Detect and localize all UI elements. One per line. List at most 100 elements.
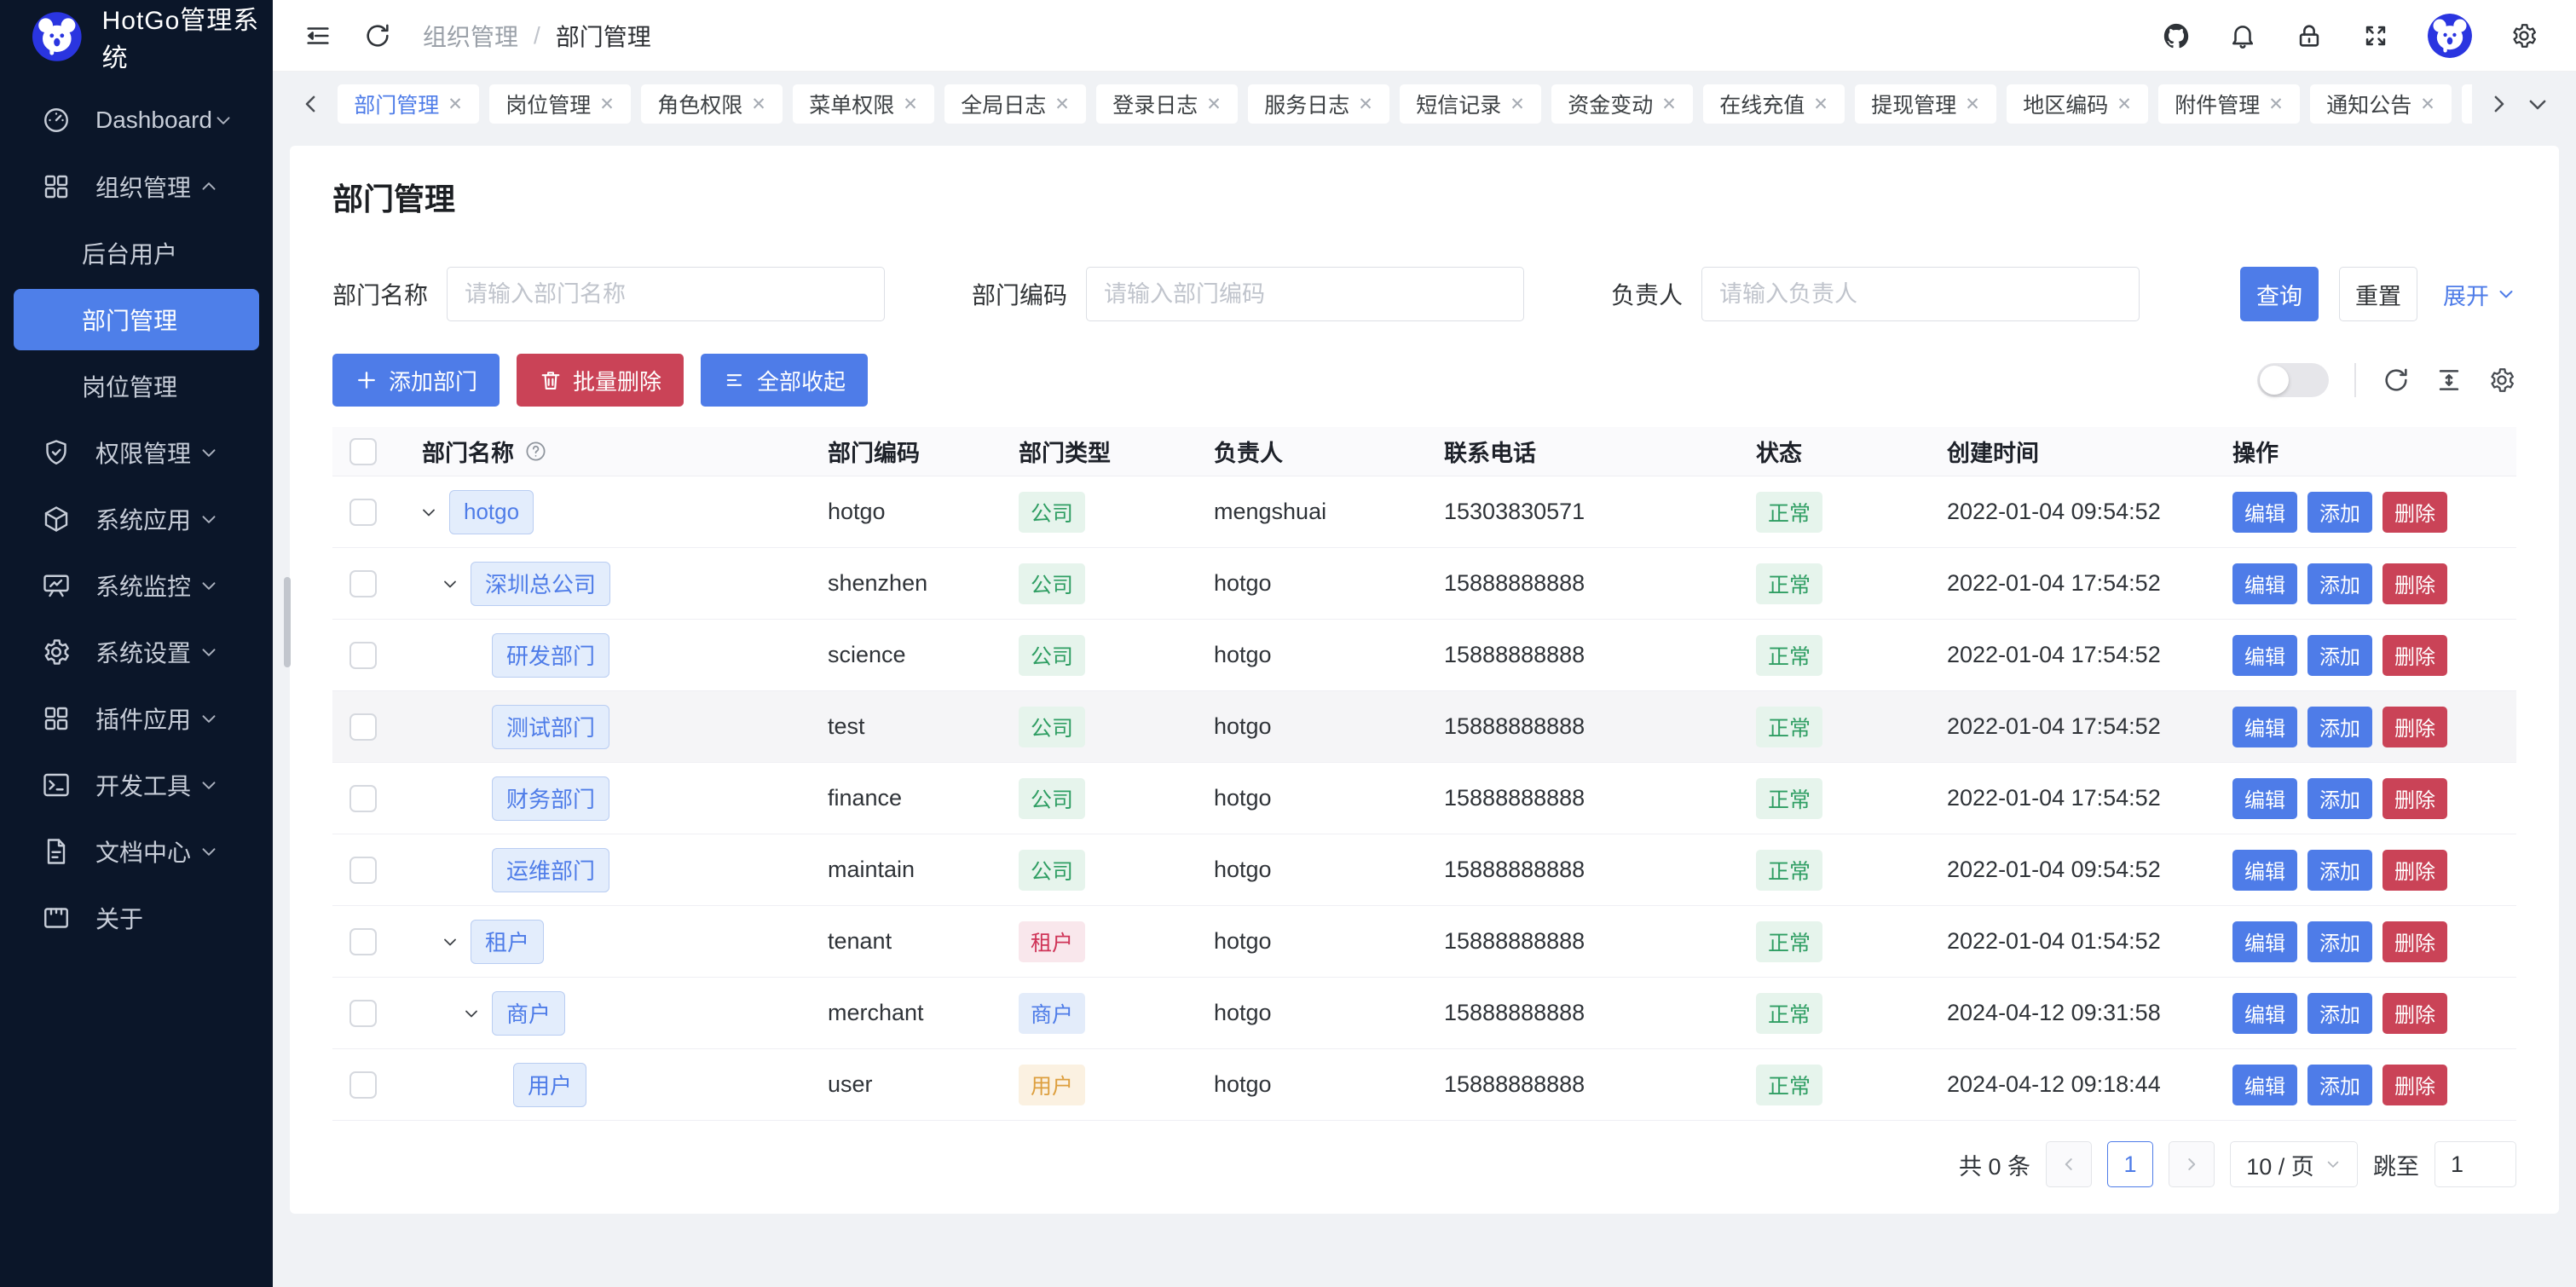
- table-row[interactable]: 测试部门test公司hotgo15888888888正常2022-01-04 1…: [332, 691, 2516, 763]
- fullscreen-icon[interactable]: [2361, 21, 2390, 50]
- department-name-tag[interactable]: 财务部门: [492, 776, 609, 821]
- row-checkbox[interactable]: [349, 570, 377, 597]
- page-size-select[interactable]: 10 / 页: [2230, 1141, 2358, 1187]
- department-name-tag[interactable]: 研发部门: [492, 633, 609, 678]
- tab-11[interactable]: 地区编码✕: [2007, 84, 2148, 124]
- tabs-scroll-right-icon[interactable]: [2486, 91, 2511, 117]
- query-button[interactable]: 查询: [2240, 267, 2319, 321]
- table-row[interactable]: 研发部门science公司hotgo15888888888正常2022-01-0…: [332, 620, 2516, 691]
- help-icon[interactable]: [524, 440, 547, 463]
- row-density-icon[interactable]: [2434, 366, 2463, 395]
- row-expand-icon[interactable]: [419, 497, 449, 528]
- edit-button[interactable]: 编辑: [2232, 850, 2297, 891]
- tab-4[interactable]: 全局日志✕: [944, 84, 1086, 124]
- tab-8[interactable]: 资金变动✕: [1551, 84, 1693, 124]
- table-row[interactable]: 租户tenant租户hotgo15888888888正常2022-01-04 0…: [332, 906, 2516, 978]
- sidebar-item-4[interactable]: 岗位管理: [0, 353, 273, 419]
- department-name-tag[interactable]: 用户: [513, 1063, 586, 1107]
- delete-button[interactable]: 删除: [2383, 492, 2447, 533]
- delete-button[interactable]: 删除: [2383, 707, 2447, 747]
- row-checkbox[interactable]: [349, 857, 377, 884]
- add-button[interactable]: 添加: [2307, 492, 2372, 533]
- add-button[interactable]: 添加: [2307, 921, 2372, 962]
- sidebar-item-8[interactable]: 系统设置: [0, 619, 273, 685]
- settings-gear-icon[interactable]: [2510, 21, 2538, 50]
- page-number-button[interactable]: 1: [2107, 1141, 2153, 1187]
- row-checkbox[interactable]: [349, 1000, 377, 1027]
- tab-close-icon[interactable]: ✕: [1358, 94, 1373, 115]
- department-name-tag[interactable]: 运维部门: [492, 848, 609, 892]
- sidebar-item-2[interactable]: 后台用户: [0, 220, 273, 286]
- tab-close-icon[interactable]: ✕: [903, 94, 918, 115]
- edit-button[interactable]: 编辑: [2232, 563, 2297, 604]
- delete-button[interactable]: 删除: [2383, 635, 2447, 676]
- sidebar-scrollbar-thumb[interactable]: [284, 577, 291, 667]
- batch-delete-button[interactable]: 批量删除: [517, 354, 684, 407]
- add-department-button[interactable]: 添加部门: [332, 354, 500, 407]
- tab-close-icon[interactable]: ✕: [1510, 94, 1525, 115]
- add-button[interactable]: 添加: [2307, 563, 2372, 604]
- tab-1[interactable]: 岗位管理✕: [489, 84, 631, 124]
- striped-toggle[interactable]: [2257, 363, 2329, 397]
- row-expand-icon[interactable]: [461, 998, 492, 1029]
- table-row[interactable]: 用户user用户hotgo15888888888正常2024-04-12 09:…: [332, 1049, 2516, 1121]
- row-expand-icon[interactable]: [440, 568, 471, 599]
- sidebar-item-5[interactable]: 权限管理: [0, 419, 273, 486]
- dept-code-input[interactable]: [1086, 267, 1524, 321]
- sidebar-item-7[interactable]: 系统监控: [0, 552, 273, 619]
- sidebar-item-11[interactable]: 文档中心: [0, 818, 273, 885]
- tab-close-icon[interactable]: ✕: [751, 94, 766, 115]
- tab-5[interactable]: 登录日志✕: [1096, 84, 1238, 124]
- owner-input[interactable]: [1701, 267, 2140, 321]
- delete-button[interactable]: 删除: [2383, 563, 2447, 604]
- table-row[interactable]: hotgohotgo公司mengshuai15303830571正常2022-0…: [332, 476, 2516, 548]
- expand-link[interactable]: 展开: [2443, 278, 2516, 311]
- table-refresh-icon[interactable]: [2382, 366, 2411, 395]
- delete-button[interactable]: 删除: [2383, 1065, 2447, 1105]
- tab-close-icon[interactable]: ✕: [599, 94, 615, 115]
- department-name-tag[interactable]: 深圳总公司: [471, 562, 610, 606]
- tab-14[interactable]: 服务: [2462, 84, 2472, 124]
- tab-2[interactable]: 角色权限✕: [641, 84, 783, 124]
- table-row[interactable]: 深圳总公司shenzhen公司hotgo15888888888正常2022-01…: [332, 548, 2516, 620]
- select-all-checkbox[interactable]: [349, 438, 377, 465]
- dept-name-input[interactable]: [447, 267, 885, 321]
- tab-close-icon[interactable]: ✕: [2268, 94, 2284, 115]
- tab-close-icon[interactable]: ✕: [1813, 94, 1828, 115]
- breadcrumb-parent[interactable]: 组织管理: [423, 19, 518, 53]
- reset-button[interactable]: 重置: [2339, 267, 2417, 321]
- row-checkbox[interactable]: [349, 928, 377, 955]
- row-checkbox[interactable]: [349, 499, 377, 526]
- menu-fold-icon[interactable]: [303, 21, 332, 50]
- row-checkbox[interactable]: [349, 642, 377, 669]
- notification-bell-icon[interactable]: [2228, 21, 2257, 50]
- department-name-tag[interactable]: 商户: [492, 991, 565, 1036]
- edit-button[interactable]: 编辑: [2232, 707, 2297, 747]
- tab-close-icon[interactable]: ✕: [1661, 94, 1677, 115]
- tabs-dropdown-icon[interactable]: [2525, 91, 2550, 117]
- tab-12[interactable]: 附件管理✕: [2158, 84, 2300, 124]
- edit-button[interactable]: 编辑: [2232, 921, 2297, 962]
- prev-page-button[interactable]: [2046, 1141, 2092, 1187]
- tab-10[interactable]: 提现管理✕: [1855, 84, 1996, 124]
- sidebar-item-12[interactable]: 关于: [0, 885, 273, 951]
- sidebar-item-0[interactable]: Dashboard: [0, 87, 273, 153]
- tab-9[interactable]: 在线充值✕: [1703, 84, 1845, 124]
- next-page-button[interactable]: [2169, 1141, 2215, 1187]
- edit-button[interactable]: 编辑: [2232, 492, 2297, 533]
- sidebar-item-3[interactable]: 部门管理: [14, 289, 259, 350]
- sidebar-item-10[interactable]: 开发工具: [0, 752, 273, 818]
- table-row[interactable]: 财务部门finance公司hotgo15888888888正常2022-01-0…: [332, 763, 2516, 834]
- department-name-tag[interactable]: 租户: [471, 920, 544, 964]
- add-button[interactable]: 添加: [2307, 707, 2372, 747]
- tab-close-icon[interactable]: ✕: [1965, 94, 1980, 115]
- delete-button[interactable]: 删除: [2383, 993, 2447, 1034]
- add-button[interactable]: 添加: [2307, 1065, 2372, 1105]
- edit-button[interactable]: 编辑: [2232, 993, 2297, 1034]
- delete-button[interactable]: 删除: [2383, 778, 2447, 819]
- add-button[interactable]: 添加: [2307, 778, 2372, 819]
- row-checkbox[interactable]: [349, 1071, 377, 1099]
- table-row[interactable]: 运维部门maintain公司hotgo15888888888正常2022-01-…: [332, 834, 2516, 906]
- row-checkbox[interactable]: [349, 713, 377, 741]
- github-icon[interactable]: [2162, 21, 2191, 50]
